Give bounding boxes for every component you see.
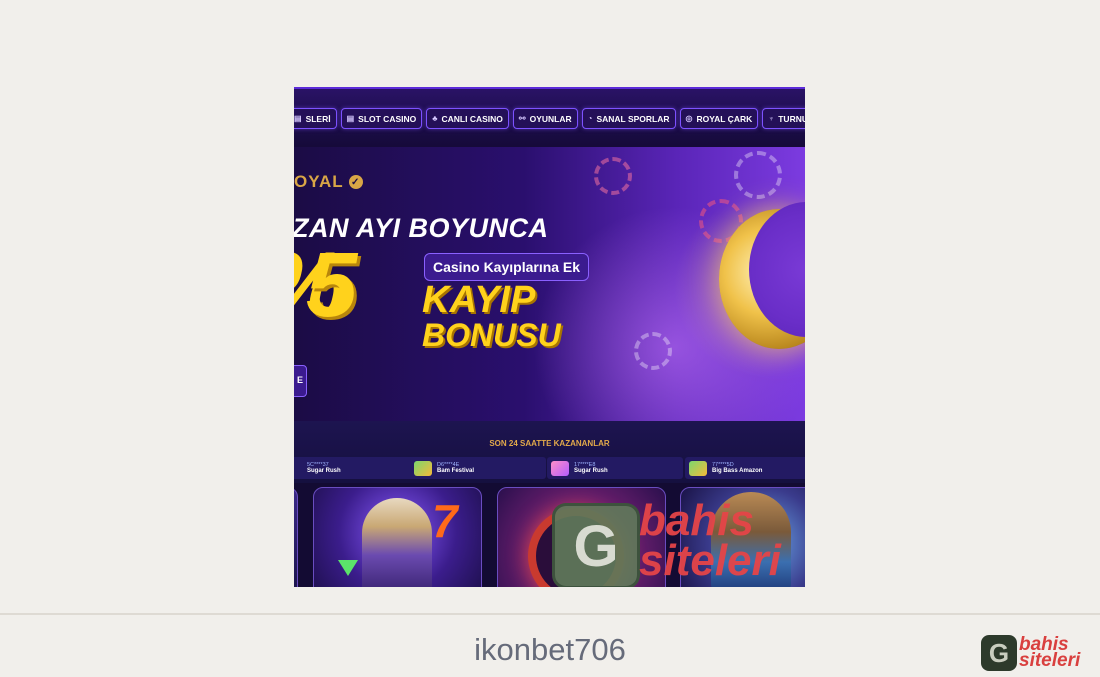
winner-game: Sugar Rush [307, 467, 341, 474]
banner-cta-label: E [296, 375, 303, 385]
winners-title: SON 24 SAATTE KAZANANLAR [489, 439, 610, 448]
big-number: 5 [306, 234, 358, 336]
banner-cta-button[interactable]: E [294, 365, 307, 397]
logo-text: bahis siteleri [1019, 635, 1081, 671]
nav-item-oyunlar[interactable]: ⚯ OYUNLAR [512, 108, 578, 129]
watermark-badge-icon: G [552, 503, 640, 587]
watermark-letter: G [573, 513, 619, 579]
nav-item-label: SANAL SPORLAR [596, 113, 670, 124]
nav-item-label: SLOT CASINO [358, 113, 417, 124]
site-logo[interactable]: G bahis siteleri [981, 635, 1080, 671]
logo-badge-icon: G [981, 635, 1017, 671]
nav-item-royal-cark[interactable]: ◎ ROYAL ÇARK [679, 108, 759, 129]
nav-item-slot-casino[interactable]: ▤ SLOT CASINO [340, 108, 423, 129]
nav-item-turnuva[interactable]: ♆ TURNUVA [762, 108, 805, 129]
slot-icon: ▤ [346, 114, 355, 123]
nav-item-sanal-sporlar[interactable]: ◔ SANAL SPORLAR [581, 108, 676, 129]
watermark-line1: bahis [639, 496, 754, 545]
winner-card[interactable]: 17****E8 Sugar Rush [547, 457, 683, 479]
games-icon: ⚯ [518, 114, 526, 123]
game-tile[interactable] [294, 487, 298, 587]
trophy-icon: ♆ [768, 114, 775, 123]
winner-card[interactable]: D6****4E Bam Festival [410, 457, 546, 479]
top-nav: ▤ SLERİ ▤ SLOT CASINO ♣ CANLI CASINO ⚯ O… [294, 87, 805, 149]
casino-chip-decoration [594, 157, 632, 195]
watermark-text: bahis siteleri [639, 496, 781, 585]
nav-item-label: SLERİ [305, 113, 331, 124]
game-thumbnail [551, 460, 569, 476]
nav-item-label: TURNUVA [778, 113, 805, 124]
caption-bar: ikonbet706 G bahis siteleri [0, 613, 1100, 677]
recent-winners: SON 24 SAATTE KAZANANLAR 5C****37 Sugar … [294, 421, 805, 483]
cards-icon: ♣ [432, 114, 438, 123]
watermark-line2: siteleri [639, 535, 781, 585]
winner-game: Big Bass Amazon [712, 467, 763, 474]
winner-game: Bam Festival [437, 467, 475, 474]
promo-banner[interactable]: OYAL ✓ ZAN AYI BOYUNCA % 5 Casino Kayıpl… [294, 147, 805, 421]
winner-card[interactable]: 77****5D Big Bass Amazon [685, 457, 805, 479]
brand-logo: OYAL ✓ [294, 172, 363, 192]
lucky-seven-icon: 7 [432, 495, 458, 547]
bonus-title-line1: KAYIP [422, 279, 536, 321]
image-caption: ikonbet706 [474, 632, 626, 667]
logo-letter: G [988, 637, 1010, 668]
nav-item-label: CANLI CASINO [441, 113, 503, 124]
nav-item-label: OYUNLAR [529, 113, 572, 124]
winner-game: Sugar Rush [574, 467, 608, 474]
sports-icon: ◔ [587, 114, 593, 123]
logo-line2: siteleri [1019, 650, 1081, 671]
nav-items: ▤ SLERİ ▤ SLOT CASINO ♣ CANLI CASINO ⚯ O… [294, 108, 805, 129]
game-tile-gates-of-olympus[interactable]: 7 [313, 487, 482, 587]
banner-subtitle: Casino Kayıplarına Ek [424, 253, 590, 281]
gem-icon [338, 560, 358, 576]
casino-chip-decoration [734, 151, 782, 199]
brand-name: OYAL [294, 172, 344, 191]
promo-screenshot: ▤ SLERİ ▤ SLOT CASINO ♣ CANLI CASINO ⚯ O… [294, 87, 805, 587]
zeus-character-icon [362, 498, 432, 587]
bonus-title-line2: BONUSU [422, 317, 561, 353]
nav-item-canli-casino[interactable]: ♣ CANLI CASINO [426, 108, 509, 129]
nav-item-bahis-siteleri[interactable]: ▤ SLERİ [294, 108, 337, 129]
list-icon: ▤ [294, 114, 302, 123]
nav-item-label: ROYAL ÇARK [696, 113, 753, 124]
game-thumbnail [689, 460, 707, 476]
verified-icon: ✓ [348, 175, 363, 189]
casino-chip-decoration [634, 332, 672, 370]
game-thumbnail [414, 460, 432, 476]
wheel-icon: ◎ [685, 114, 693, 123]
winner-card[interactable]: 5C****37 Sugar Rush [294, 457, 416, 479]
